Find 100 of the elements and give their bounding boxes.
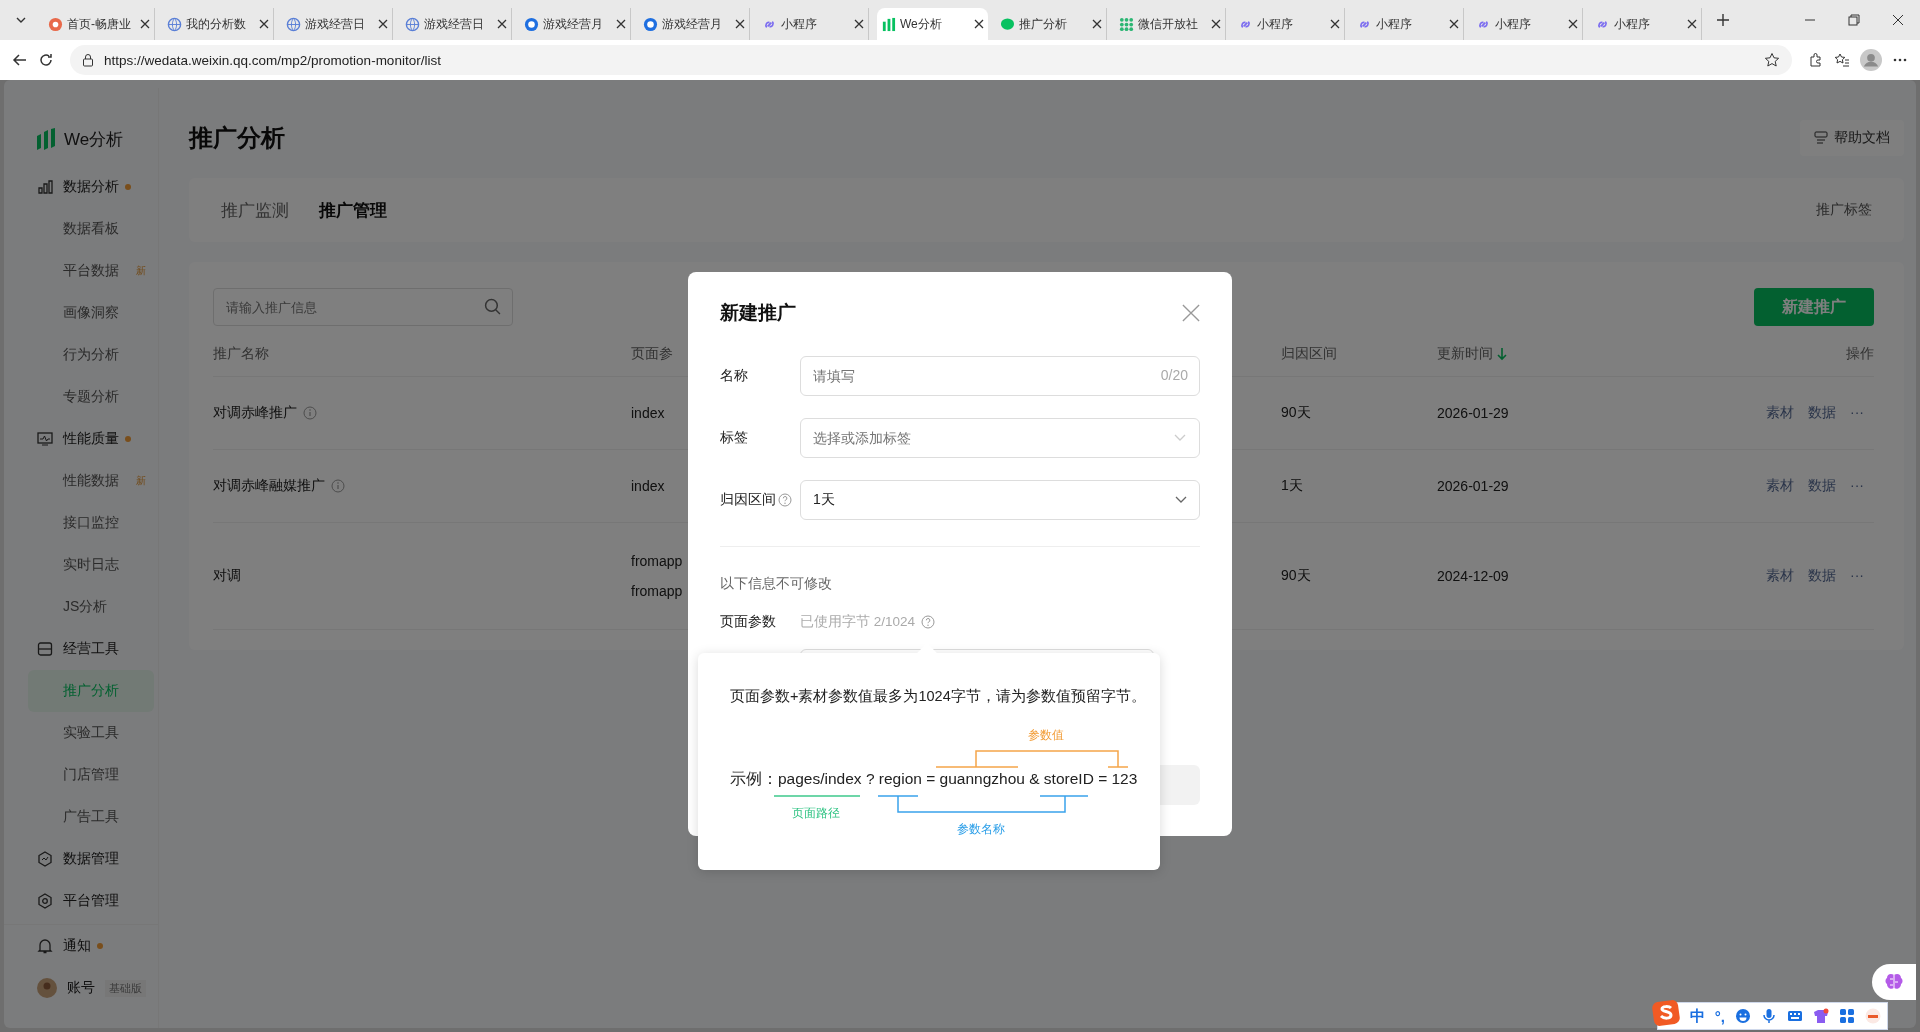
new-tab-icon[interactable] [1716, 13, 1730, 27]
document-icon [1814, 131, 1828, 145]
action-link[interactable]: ··· [1850, 404, 1864, 422]
sidebar-item[interactable]: 实验工具 [28, 712, 154, 754]
restore-icon[interactable] [1848, 14, 1860, 26]
favorites-icon[interactable] [1834, 52, 1850, 68]
window-select[interactable]: 1天 [800, 480, 1200, 520]
apps-icon[interactable] [1839, 1008, 1855, 1024]
close-icon[interactable] [1092, 19, 1102, 29]
field-label: 归因区间 [720, 491, 776, 509]
close-icon[interactable] [140, 19, 150, 29]
bars-icon [881, 16, 896, 32]
smiley-icon[interactable] [1735, 1008, 1751, 1024]
path-label: 页面路径 [792, 805, 840, 822]
sidebar-item[interactable]: 数据看板 [28, 208, 154, 250]
sidebar-item[interactable]: 专题分析 [28, 376, 154, 418]
name-label: 参数名称 [957, 821, 1005, 838]
tab-title: 推广分析 [1019, 15, 1068, 33]
page-tab[interactable]: 推广管理 [319, 198, 387, 222]
table-cell: index [631, 478, 665, 494]
help-button[interactable]: 帮助文档 [1800, 120, 1904, 156]
table-cell-text: 2026-01-29 [1437, 405, 1510, 421]
close-icon[interactable] [1449, 19, 1459, 29]
back-icon[interactable] [12, 52, 28, 68]
action-link[interactable]: 数据 [1808, 404, 1836, 422]
sidebar-section[interactable]: 性能质量 [4, 418, 158, 460]
column-header: 操作 [1845, 345, 1874, 363]
close-icon[interactable] [1211, 19, 1221, 29]
field-label: 标签 [720, 429, 749, 447]
lock-icon [82, 53, 94, 67]
tag-select[interactable]: 选择或添加标签 [800, 418, 1200, 458]
sidebar-item[interactable]: 行为分析 [28, 334, 154, 376]
keyboard-icon[interactable] [1787, 1008, 1803, 1024]
value-label: 参数值 [1028, 727, 1064, 744]
close-icon[interactable] [1892, 14, 1904, 26]
sidebar-item[interactable]: 接口监控 [28, 502, 154, 544]
action-link[interactable]: 素材 [1766, 477, 1794, 495]
action-link[interactable]: ··· [1850, 477, 1864, 495]
browser-tab[interactable]: We分析 [877, 8, 988, 40]
search-field[interactable]: 请输入推广信息 [213, 288, 513, 326]
puzzle-icon[interactable] [1808, 52, 1824, 68]
close-icon[interactable] [1687, 19, 1697, 29]
ring-icon [524, 16, 539, 32]
input-mode-toggle[interactable]: 中 [1689, 1006, 1705, 1026]
address-field[interactable]: https://wedata.weixin.qq.com/mp2/promotion-monitor/list [70, 45, 1792, 75]
close-icon[interactable] [497, 19, 507, 29]
column-header[interactable]: 更新时间 [1437, 345, 1737, 363]
action-link[interactable]: 数据 [1808, 477, 1836, 495]
chevron-down-icon [1174, 434, 1186, 442]
action-link[interactable]: 素材 [1766, 567, 1794, 585]
sidebar-item[interactable]: 广告工具 [28, 796, 154, 838]
close-icon[interactable] [1330, 19, 1340, 29]
assistant-button[interactable] [1872, 964, 1916, 1000]
table-cell-text: 2024-12-09 [1437, 568, 1510, 584]
page-title: 推广分析 [189, 123, 285, 153]
column-header: 推广名称 [213, 345, 270, 363]
s-logo-icon[interactable] [1651, 999, 1680, 1027]
tag-link[interactable]: 推广标签 [1816, 201, 1872, 219]
sidebar-section[interactable]: 经营工具 [4, 628, 158, 670]
grid-icon [1119, 16, 1134, 32]
sidebar-section[interactable]: 数据管理 [4, 838, 158, 880]
sidebar-section[interactable]: 数据分析 [4, 166, 158, 208]
tab-title: 游戏经营日 [305, 15, 366, 33]
tab-title: 游戏经营月 [543, 15, 604, 33]
profile-icon[interactable] [1860, 49, 1882, 71]
table-cell: 对调 [213, 567, 241, 585]
action-link[interactable]: ··· [1850, 567, 1864, 585]
field-label: 页面参数 [720, 613, 777, 631]
close-icon[interactable] [616, 19, 626, 29]
sidebar-item[interactable]: 实时日志 [28, 544, 154, 586]
sidebar-item[interactable]: 画像洞察 [28, 292, 154, 334]
close-icon[interactable] [259, 19, 269, 29]
bell-icon [37, 938, 53, 954]
chat-icon [1000, 16, 1015, 32]
tab-title: 我的分析数 [186, 15, 247, 33]
action-link[interactable]: 数据 [1808, 567, 1836, 585]
sidebar-item[interactable]: 平台数据 新 [28, 250, 154, 292]
logo-text: We分析 [64, 128, 124, 151]
close-icon[interactable] [1568, 19, 1578, 29]
shirt-icon[interactable] [1813, 1008, 1829, 1024]
sidebar-item[interactable]: 门店管理 [28, 754, 154, 796]
notification-item[interactable]: 通知 [4, 925, 158, 967]
search-icon[interactable] [484, 298, 501, 315]
column-header: 页面参 [631, 345, 674, 363]
close-icon[interactable] [735, 19, 745, 29]
close-icon[interactable] [974, 19, 984, 29]
sidebar-item[interactable]: JS分析 [28, 586, 154, 628]
sidebar-section[interactable]: 平台管理 [4, 880, 158, 922]
reload-icon[interactable] [38, 52, 54, 68]
star-icon[interactable] [1764, 52, 1780, 68]
action-link[interactable]: 素材 [1766, 404, 1794, 422]
table-cell-text: 90天 [1281, 567, 1312, 585]
sidebar-item[interactable]: 性能数据 新 [28, 460, 154, 502]
punctuation-toggle[interactable]: °, [1714, 1007, 1725, 1025]
page-tab[interactable]: 推广监测 [221, 198, 289, 222]
close-icon[interactable] [378, 19, 388, 29]
close-icon[interactable] [854, 19, 864, 29]
microphone-icon[interactable] [1761, 1008, 1777, 1024]
table-cell: 对调赤峰推广 [213, 404, 297, 422]
table-cell: index [631, 405, 665, 421]
